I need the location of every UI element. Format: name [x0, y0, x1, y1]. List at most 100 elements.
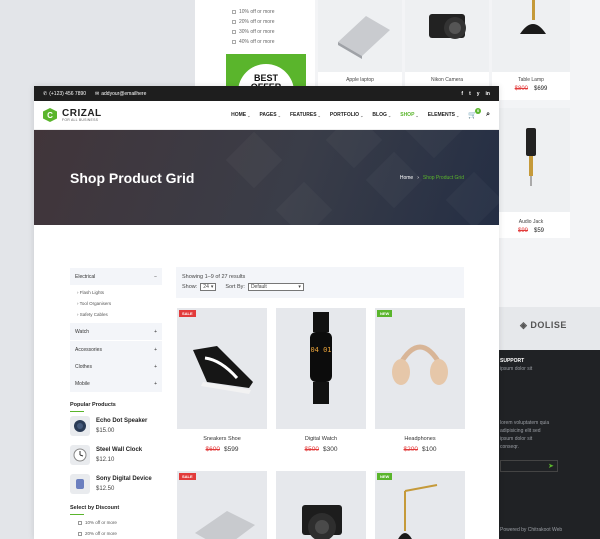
product-name[interactable]: Headphones [375, 436, 465, 442]
menu: HOME ⌄ PAGES ⌄ FEATURES ⌄ PORTFOLIO ⌄ BLOG ⌄ … [231, 108, 490, 119]
menu-item-home[interactable]: HOME ⌄ [231, 112, 250, 118]
sort-select[interactable]: Default ▾ [247, 283, 304, 291]
bg-footer-text: adipisicing elit sed [500, 428, 541, 434]
crizal-logo-icon: C [43, 108, 57, 122]
chevron-down-icon: ▾ [210, 284, 214, 290]
search-icon[interactable]: ⌕ [486, 111, 490, 119]
bg-product-image [405, 0, 489, 72]
sneaker-image [193, 346, 253, 394]
expand-icon[interactable]: + [154, 381, 157, 387]
banner-pattern [326, 130, 383, 168]
main-window: ✆ (+123) 456 7890 ✉ addyour@emailhere f t … [34, 86, 499, 539]
laptop-image [338, 16, 390, 59]
banner-pattern [406, 130, 463, 158]
phone-icon: ✆ [43, 90, 48, 97]
breadcrumb-home[interactable]: Home [400, 175, 413, 181]
new-badge: NEW [377, 310, 393, 317]
bg-footer-text: ipsum dolor sit [500, 436, 533, 442]
chevron-down-icon: ⌄ [415, 112, 419, 118]
chevron-down-icon: ⌄ [277, 112, 281, 118]
chevron-down-icon: ⌄ [456, 112, 460, 118]
page-banner: Shop Product Grid Home › Shop Product Gr… [34, 130, 499, 225]
page-title: Shop Product Grid [70, 170, 195, 186]
top-bar: ✆ (+123) 456 7890 ✉ addyour@emailhere f t … [34, 86, 499, 101]
popular-product-name[interactable]: Echo Dot Speaker [96, 418, 147, 424]
brand-tagline: FOR ALL BUSINESS [62, 117, 99, 122]
popular-product-name[interactable]: Sony Digital Device [96, 476, 152, 482]
bg-footer-text: lorem voluptatem quia [500, 420, 550, 426]
heading-underline [70, 514, 84, 515]
chevron-down-icon: ⌄ [360, 112, 364, 118]
expand-icon[interactable]: + [154, 347, 157, 353]
headphones-image [392, 344, 448, 385]
category-mobile[interactable]: Mobile + [70, 375, 162, 392]
bg-discount-option[interactable]: 10% off or more [232, 9, 274, 15]
subcategory-item[interactable]: › Tool Organisers [77, 301, 111, 306]
new-badge: NEW [377, 473, 393, 480]
menu-item-features[interactable]: FEATURES ⌄ [290, 112, 321, 118]
product-card-image[interactable]: 04 01 [276, 308, 366, 429]
discount-checkbox[interactable]: 20% off or more [78, 531, 117, 536]
youtube-icon[interactable]: y [477, 91, 480, 97]
category-accessories[interactable]: Accessories + [70, 341, 162, 358]
discount-checkbox[interactable]: 10% off or more [78, 520, 117, 525]
device-thumbnail [70, 474, 90, 494]
results-toolbar: Showing 1–9 of 27 results Show: 24 ▾ Sort… [176, 267, 464, 298]
category-watch[interactable]: Watch + [70, 323, 162, 340]
bg-discount-option[interactable]: 20% off or more [232, 19, 274, 25]
show-label: Show: [182, 284, 198, 290]
sale-badge: SALE [179, 310, 196, 317]
popular-product-item[interactable]: Echo Dot Speaker $15.00 [70, 416, 147, 436]
phone-contact[interactable]: ✆ (+123) 456 7890 [43, 91, 86, 97]
popular-product-item[interactable]: Sony Digital Device $12.50 [70, 474, 152, 494]
product-card-image[interactable]: NEW [375, 308, 465, 429]
category-clothes[interactable]: Clothes + [70, 358, 162, 375]
product-name[interactable]: Digital Watch [276, 436, 366, 442]
product-price: $500 $300 [304, 446, 338, 453]
bg-discount-option[interactable]: 30% off or more [232, 29, 274, 35]
chevron-down-icon: ⌄ [317, 112, 321, 118]
discount-heading: Select by Discount [70, 505, 120, 511]
bg-footer-heading: SUPPORT [500, 358, 525, 364]
twitter-icon[interactable]: t [469, 91, 471, 97]
send-icon[interactable]: ➤ [548, 462, 554, 470]
product-card-image[interactable]: SALE [177, 308, 267, 429]
chevron-down-icon: ⌄ [247, 112, 251, 118]
collapse-icon[interactable]: − [154, 274, 157, 280]
linkedin-icon[interactable]: in [486, 91, 490, 97]
bg-discount-option[interactable]: 40% off or more [232, 39, 274, 45]
product-card-image[interactable]: SALE [177, 471, 267, 539]
popular-product-price: $12.50 [96, 486, 115, 492]
bg-product-name[interactable]: Audio Jack [492, 219, 570, 225]
popular-product-price: $15.00 [96, 428, 115, 434]
menu-item-pages[interactable]: PAGES ⌄ [259, 112, 281, 118]
menu-item-blog[interactable]: BLOG ⌄ [372, 112, 391, 118]
facebook-icon[interactable]: f [461, 91, 463, 97]
subcategory-item[interactable]: › Safety Cables [77, 312, 108, 317]
product-name[interactable]: Sneakers Shoe [177, 436, 267, 442]
cart-icon[interactable]: 🛒 0 [468, 108, 482, 119]
bg-footer-logo[interactable]: ◈ DOLISE [520, 320, 567, 331]
menu-item-portfolio[interactable]: PORTFOLIO ⌄ [330, 112, 364, 118]
category-electrical[interactable]: Electrical − [70, 268, 162, 285]
breadcrumb: Home › Shop Product Grid [400, 175, 464, 181]
email-contact[interactable]: ✉ addyour@emailhere [95, 91, 146, 97]
chevron-down-icon: ▾ [298, 284, 301, 290]
product-card-image[interactable] [276, 471, 366, 539]
clock-thumbnail [70, 445, 90, 465]
popular-product-item[interactable]: Steel Wall Clock $12.10 [70, 445, 142, 465]
dolise-logo-icon: ◈ [520, 320, 531, 330]
menu-item-elements[interactable]: ELEMENTS ⌄ [428, 112, 460, 118]
show-select[interactable]: 24 ▾ [200, 283, 217, 291]
bg-product-name[interactable]: Table Lamp [492, 77, 570, 83]
product-card-image[interactable]: NEW [375, 471, 465, 539]
bg-product-name[interactable]: Apple laptop [318, 77, 402, 83]
expand-icon[interactable]: + [154, 364, 157, 370]
subcategory-item[interactable]: › Flash Lights [77, 290, 104, 295]
site-logo[interactable]: C CRIZAL FOR ALL BUSINESS [43, 108, 102, 122]
laptop-image [195, 511, 255, 539]
menu-item-shop[interactable]: SHOP ⌄ [400, 112, 419, 118]
bg-product-name[interactable]: Nikon Camera [405, 77, 489, 83]
popular-product-name[interactable]: Steel Wall Clock [96, 447, 142, 453]
expand-icon[interactable]: + [154, 329, 157, 335]
